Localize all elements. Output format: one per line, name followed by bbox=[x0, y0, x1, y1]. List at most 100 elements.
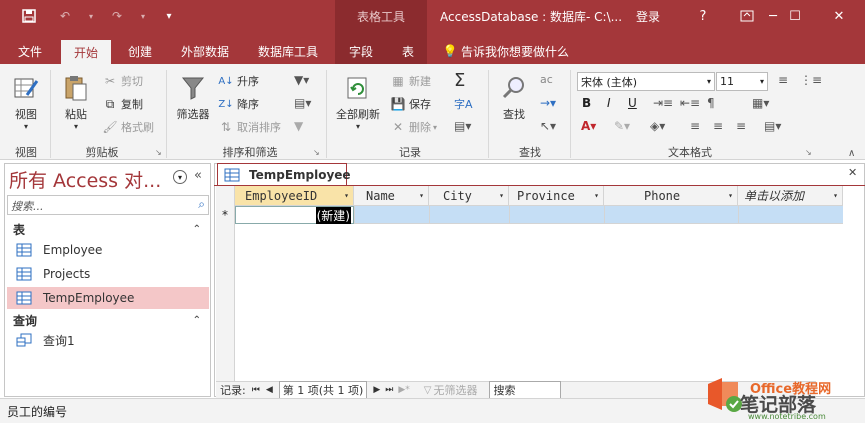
column-dropdown-icon[interactable]: ▾ bbox=[499, 191, 504, 200]
underline-button[interactable]: U bbox=[628, 96, 637, 110]
bullets-icon[interactable]: ⋮≡ bbox=[800, 73, 822, 87]
increase-indent-icon[interactable]: ⇥≡ bbox=[653, 96, 673, 110]
toggle-filter-icon[interactable]: ▼ bbox=[294, 119, 303, 133]
align-center-icon[interactable]: ≡ bbox=[713, 119, 723, 133]
sort-ascending-button[interactable]: A↓ 升序 bbox=[218, 73, 259, 89]
paste-button[interactable]: 粘贴 ▾ bbox=[58, 72, 94, 131]
redo-dropdown-icon[interactable]: ▾ bbox=[130, 3, 156, 29]
last-record-icon[interactable]: ⏭ bbox=[385, 385, 393, 395]
maximize-icon[interactable]: ☐ bbox=[773, 0, 817, 32]
new-record-button[interactable]: ▦ 新建 bbox=[390, 73, 431, 89]
nav-item-tempemployee[interactable]: TempEmployee bbox=[7, 287, 209, 309]
collapse-ribbon-icon[interactable]: ∧ bbox=[848, 148, 855, 159]
column-header-click-to-add[interactable]: 单击以添加 ▾ bbox=[738, 186, 843, 206]
sort-descending-button[interactable]: Z↓ 降序 bbox=[218, 96, 259, 112]
redo-icon[interactable]: ↷ bbox=[104, 3, 130, 29]
sort-filter-launcher-icon[interactable]: ↘ bbox=[313, 148, 320, 157]
record-position-field[interactable]: 第 1 项(共 1 项) bbox=[278, 381, 368, 399]
new-row-marker[interactable]: * bbox=[216, 206, 235, 224]
more-records-icon[interactable]: ▤▾ bbox=[454, 119, 471, 133]
tab-fields[interactable]: 字段 bbox=[340, 40, 382, 62]
new-blank-record-icon[interactable]: ▶* bbox=[398, 385, 409, 395]
remove-sort-button[interactable]: ⇅ 取消排序 bbox=[218, 119, 281, 135]
spelling-icon[interactable]: 字A bbox=[454, 96, 473, 112]
nav-pane-title[interactable]: 所有 Access 对... bbox=[9, 166, 161, 193]
nav-item-projects[interactable]: Projects bbox=[7, 263, 209, 285]
tab-external-data[interactable]: 外部数据 bbox=[172, 40, 238, 62]
filter-button[interactable]: 筛选器 bbox=[172, 72, 214, 122]
cut-button[interactable]: ✂ 剪切 bbox=[102, 73, 143, 89]
nav-search-box[interactable]: 搜索... ⌕ bbox=[7, 195, 209, 215]
tab-table[interactable]: 表 bbox=[391, 40, 425, 62]
close-icon[interactable]: ✕ bbox=[817, 0, 861, 32]
column-dropdown-icon[interactable]: ▾ bbox=[594, 191, 599, 200]
help-button[interactable]: ? bbox=[681, 0, 725, 32]
numbering-icon[interactable]: ≡ bbox=[778, 73, 788, 87]
shutter-bar-icon[interactable]: « bbox=[194, 168, 202, 183]
customize-qat-icon[interactable]: ▾ bbox=[156, 3, 182, 29]
text-direction-icon[interactable]: ¶ bbox=[707, 96, 715, 110]
column-header-employeeid[interactable]: EmployeeID ▾ bbox=[235, 186, 354, 206]
collapse-category-icon[interactable]: ⌃ bbox=[193, 315, 201, 326]
search-icon[interactable]: ⌕ bbox=[198, 197, 205, 212]
align-right-icon[interactable]: ≡ bbox=[736, 119, 746, 133]
undo-dropdown-icon[interactable]: ▾ bbox=[78, 3, 104, 29]
view-button[interactable]: 视图 ▾ bbox=[8, 72, 44, 131]
bold-button[interactable]: B bbox=[582, 96, 591, 110]
font-color-icon[interactable]: A▾ bbox=[581, 119, 596, 133]
align-left-icon[interactable]: ≡ bbox=[690, 119, 700, 133]
undo-icon[interactable]: ↶ bbox=[52, 3, 78, 29]
document-tab[interactable]: TempEmployee bbox=[217, 163, 351, 185]
tab-file[interactable]: 文件 bbox=[8, 40, 52, 62]
nav-category-queries[interactable]: 查询 ⌃ bbox=[7, 311, 209, 329]
close-document-icon[interactable]: ✕ bbox=[848, 166, 857, 179]
gridlines-icon[interactable]: ▦▾ bbox=[752, 96, 769, 110]
column-header-city[interactable]: City ▾ bbox=[429, 186, 509, 206]
column-header-phone[interactable]: Phone ▾ bbox=[604, 186, 738, 206]
format-painter-button[interactable]: 🖌 格式刷 bbox=[102, 119, 154, 135]
goto-icon[interactable]: →▾ bbox=[540, 96, 556, 110]
save-record-button[interactable]: 💾 保存 bbox=[390, 96, 431, 112]
clipboard-launcher-icon[interactable]: ↘ bbox=[155, 148, 162, 157]
replace-icon[interactable]: ac bbox=[540, 73, 553, 86]
previous-record-icon[interactable]: ◀ bbox=[266, 385, 273, 395]
tell-me-box[interactable]: 💡 告诉我你想要做什么 bbox=[442, 40, 577, 62]
alternate-row-color-icon[interactable]: ▤▾ bbox=[764, 119, 781, 133]
find-button[interactable]: 查找 bbox=[496, 72, 532, 122]
save-icon[interactable] bbox=[16, 3, 42, 29]
column-dropdown-icon[interactable]: ▾ bbox=[833, 191, 838, 200]
font-name-select[interactable]: 宋体 (主体) ▾ bbox=[577, 72, 715, 91]
filter-status[interactable]: 无筛选器 bbox=[433, 382, 477, 398]
column-dropdown-icon[interactable]: ▾ bbox=[728, 191, 733, 200]
column-dropdown-icon[interactable]: ▾ bbox=[344, 191, 349, 200]
highlight-icon[interactable]: ✎▾ bbox=[614, 119, 630, 133]
next-record-icon[interactable]: ▶ bbox=[373, 385, 380, 395]
record-search-box[interactable]: 搜索 bbox=[489, 381, 562, 399]
column-header-name[interactable]: Name ▾ bbox=[354, 186, 429, 206]
totals-icon[interactable]: Σ bbox=[454, 70, 465, 91]
nav-item-employee[interactable]: Employee bbox=[7, 239, 209, 261]
tab-database-tools[interactable]: 数据库工具 bbox=[249, 40, 327, 62]
new-row-employeeid-cell[interactable]: (新建) bbox=[235, 206, 354, 224]
copy-button[interactable]: ⧉ 复制 bbox=[102, 96, 143, 112]
nav-menu-icon[interactable]: ▾ bbox=[173, 170, 187, 184]
selection-filter-icon[interactable]: ▼▾ bbox=[294, 73, 309, 87]
select-icon[interactable]: ↖▾ bbox=[540, 119, 556, 133]
fill-color-icon[interactable]: ◈▾ bbox=[650, 119, 665, 133]
column-header-province[interactable]: Province ▾ bbox=[509, 186, 604, 206]
tab-create[interactable]: 创建 bbox=[117, 40, 163, 62]
text-format-launcher-icon[interactable]: ↘ bbox=[805, 148, 812, 157]
collapse-category-icon[interactable]: ⌃ bbox=[193, 224, 201, 235]
decrease-indent-icon[interactable]: ⇤≡ bbox=[680, 96, 700, 110]
first-record-icon[interactable]: ⏮ bbox=[252, 385, 260, 395]
italic-button[interactable]: I bbox=[607, 96, 611, 110]
column-dropdown-icon[interactable]: ▾ bbox=[419, 191, 424, 200]
refresh-all-button[interactable]: 全部刷新 ▾ bbox=[332, 72, 384, 131]
advanced-filter-icon[interactable]: ▤▾ bbox=[294, 96, 311, 110]
delete-record-button[interactable]: ✕ 删除 ▾ bbox=[390, 119, 437, 135]
tab-home[interactable]: 开始 bbox=[61, 40, 111, 64]
nav-category-tables[interactable]: 表 ⌃ bbox=[7, 220, 209, 238]
login-link[interactable]: 登录 bbox=[636, 8, 660, 25]
nav-item-query1[interactable]: 查询1 bbox=[7, 329, 209, 351]
font-size-select[interactable]: 11 ▾ bbox=[716, 72, 768, 91]
